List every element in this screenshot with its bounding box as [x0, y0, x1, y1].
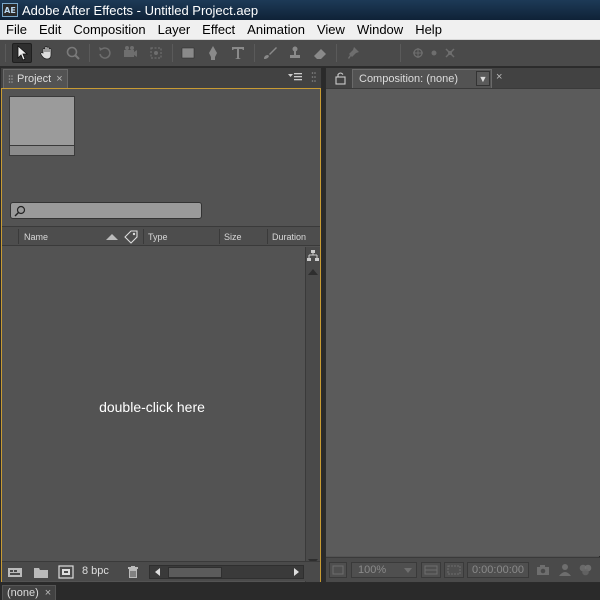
timecode-value: 0:00:00:00 [472, 564, 524, 576]
selection-tool-icon[interactable] [12, 43, 32, 63]
column-duration[interactable]: Duration [272, 232, 306, 242]
pen-tool-icon[interactable] [203, 43, 223, 63]
composition-dropdown-icon[interactable]: ▼ [476, 71, 490, 86]
zoom-select[interactable]: 100% [351, 562, 417, 578]
scroll-left-icon[interactable] [153, 566, 163, 578]
sort-ascending-icon[interactable] [106, 233, 118, 241]
composition-panel: Composition: (none) ▼ × 100% 0:00:00:00 [325, 67, 600, 583]
always-preview-icon[interactable] [329, 562, 347, 578]
panel-grip-icon[interactable] [8, 74, 14, 84]
eraser-tool-icon[interactable] [310, 43, 330, 63]
menu-file[interactable]: File [0, 22, 33, 37]
project-panel: Project × Name Type Size Duration double… [0, 67, 322, 583]
app-logo-icon: AE [2, 3, 18, 17]
resolution-icon[interactable] [421, 562, 441, 578]
project-horizontal-scrollbar[interactable] [149, 565, 304, 579]
rgb-channel-icon[interactable] [578, 563, 594, 577]
chevron-down-icon [404, 568, 412, 573]
toolbar-separator [89, 44, 90, 62]
close-icon[interactable]: × [45, 587, 51, 599]
menu-window[interactable]: Window [351, 22, 409, 37]
project-column-header: Name Type Size Duration [2, 226, 320, 246]
tab-timeline[interactable]: (none) × [2, 585, 57, 600]
menu-view[interactable]: View [311, 22, 351, 37]
panel-menu-icon[interactable] [288, 72, 304, 82]
menu-animation[interactable]: Animation [241, 22, 311, 37]
trash-icon[interactable] [126, 565, 140, 579]
window-title: Adobe After Effects - Untitled Project.a… [22, 2, 259, 18]
rotate-tool-icon[interactable] [95, 43, 115, 63]
zoom-tool-icon[interactable] [63, 43, 83, 63]
project-tab-label: Project [17, 73, 52, 85]
tab-project[interactable]: Project × [3, 69, 68, 88]
show-snapshot-icon[interactable] [558, 563, 572, 577]
toolbar-separator [400, 44, 401, 62]
tab-composition[interactable]: Composition: (none) ▼ [352, 69, 492, 88]
menu-help[interactable]: Help [409, 22, 448, 37]
title-bar: AE Adobe After Effects - Untitled Projec… [0, 0, 600, 20]
panel-grip-icon[interactable] [311, 71, 317, 85]
composition-viewer[interactable] [326, 88, 600, 556]
project-item-list[interactable]: double-click here [2, 247, 305, 582]
column-type[interactable]: Type [148, 232, 168, 242]
menu-composition[interactable]: Composition [67, 22, 151, 37]
camera-tool-icon[interactable] [120, 43, 140, 63]
project-tab-bar: Project × [1, 68, 321, 88]
menu-edit[interactable]: Edit [33, 22, 67, 37]
toolbar-separator [336, 44, 337, 62]
close-icon[interactable]: × [56, 73, 62, 85]
timecode-field[interactable]: 0:00:00:00 [467, 562, 529, 578]
label-tag-icon[interactable] [124, 230, 138, 244]
scroll-thumb[interactable] [168, 567, 222, 578]
toolbar-grip [5, 44, 6, 62]
puppet-pin-tool-icon[interactable] [343, 43, 363, 63]
toolbar-separator [172, 44, 173, 62]
interpret-footage-icon[interactable] [7, 565, 23, 579]
toolbar-separator [254, 44, 255, 62]
region-of-interest-icon[interactable] [444, 562, 464, 578]
column-size[interactable]: Size [224, 232, 242, 242]
project-vertical-scrollbar[interactable] [305, 247, 320, 582]
menu-layer[interactable]: Layer [152, 22, 197, 37]
type-tool-icon[interactable] [228, 43, 248, 63]
new-folder-icon[interactable] [33, 565, 49, 579]
menu-effect[interactable]: Effect [196, 22, 241, 37]
item-thumbnail [9, 96, 75, 156]
composition-bottom-bar: 100% 0:00:00:00 [326, 557, 600, 582]
composition-tab-bar: Composition: (none) ▼ × [326, 68, 600, 88]
bit-depth-button[interactable]: 8 bpc [82, 565, 109, 577]
scroll-right-icon[interactable] [291, 566, 301, 578]
project-search-input[interactable] [10, 202, 202, 219]
timeline-panel-strip: (none) × [0, 583, 600, 600]
rectangle-tool-icon[interactable] [178, 43, 198, 63]
close-icon[interactable]: × [496, 71, 502, 83]
new-composition-icon[interactable] [58, 565, 74, 579]
menu-bar: File Edit Composition Layer Effect Anima… [0, 20, 600, 40]
zoom-value: 100% [358, 564, 387, 576]
tools-toolbar [0, 40, 600, 67]
lock-icon[interactable] [334, 71, 348, 85]
empty-hint-text: double-click here [99, 399, 205, 415]
snapshot-camera-icon[interactable] [536, 564, 550, 576]
scroll-up-icon[interactable] [306, 267, 320, 277]
composition-tab-label: Composition: (none) [359, 73, 459, 85]
clone-stamp-tool-icon[interactable] [285, 43, 305, 63]
search-icon [14, 205, 26, 217]
project-bottom-bar: 8 bpc [2, 561, 320, 581]
project-panel-body: Name Type Size Duration double-click her… [1, 88, 321, 582]
column-name[interactable]: Name [24, 232, 48, 242]
axis-mode-view-icon[interactable] [440, 43, 460, 63]
brush-tool-icon[interactable] [260, 43, 280, 63]
flowchart-icon[interactable] [306, 249, 320, 263]
hand-tool-icon[interactable] [37, 43, 57, 63]
pan-behind-tool-icon[interactable] [146, 43, 166, 63]
timeline-tab-label: (none) [7, 587, 39, 599]
